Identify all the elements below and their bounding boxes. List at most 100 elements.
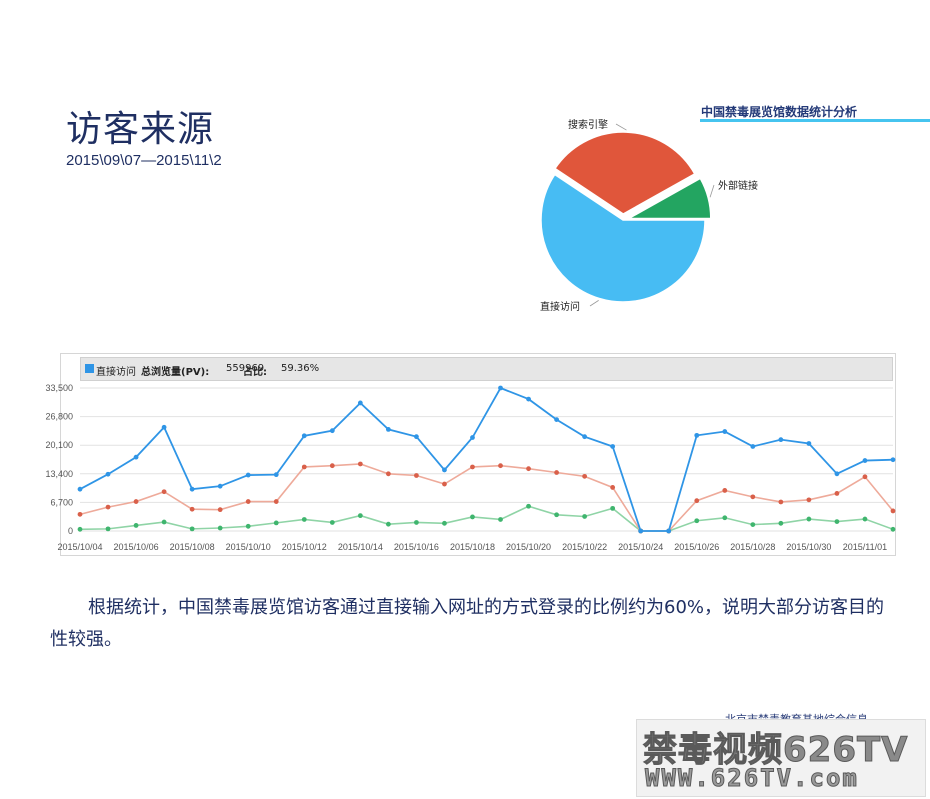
- series-point-2: [750, 522, 756, 527]
- series-point-2: [217, 525, 223, 531]
- series-point-0: [442, 467, 447, 473]
- pie-label-0: 直接访问: [540, 300, 580, 313]
- series-point-2: [554, 512, 559, 518]
- x-tick-label: 2015/10/04: [57, 542, 102, 552]
- pie-leader-0: [589, 300, 599, 307]
- series-point-0: [357, 400, 363, 406]
- pie-label-1: 搜索引擎: [568, 118, 608, 131]
- watermark-logo: 禁毒视频626TV WWW.626TV.com: [636, 719, 926, 797]
- x-tick-label: 2015/10/06: [114, 542, 159, 552]
- series-point-2: [498, 517, 503, 522]
- series-point-1: [834, 491, 840, 496]
- series-point-0: [105, 471, 111, 477]
- series-point-1: [133, 499, 139, 504]
- x-tick-label: 2015/10/28: [730, 542, 775, 552]
- series-point-1: [301, 464, 307, 470]
- series-point-2: [470, 514, 475, 520]
- series-point-0: [470, 435, 475, 440]
- series-point-0: [806, 441, 812, 446]
- series-point-0: [526, 396, 531, 402]
- series-point-0: [862, 458, 868, 463]
- chart-legend: 直接访问 总浏览量(PV): 559969 占比: 59.36%: [80, 357, 893, 381]
- series-point-0: [638, 528, 644, 534]
- series-point-1: [554, 470, 559, 475]
- x-tick-label: 2015/10/26: [674, 542, 719, 552]
- series-point-1: [778, 499, 784, 505]
- x-tick-label: 2015/10/08: [170, 542, 215, 552]
- series-point-0: [414, 434, 419, 440]
- series-point-1: [722, 488, 728, 493]
- description-paragraph: 根据统计，中国禁毒展览馆访客通过直接输入网址的方式登录的比例约为60%，说明大部…: [50, 597, 885, 650]
- series-point-2: [245, 523, 251, 529]
- series-point-2: [329, 520, 335, 525]
- series-point-2: [385, 521, 391, 527]
- y-tick-label: 26,800: [45, 412, 73, 422]
- series-point-1: [610, 485, 616, 490]
- series-point-1: [470, 464, 475, 470]
- y-tick-label: 33,500: [45, 383, 73, 393]
- series-point-0: [554, 417, 559, 422]
- series-point-1: [329, 463, 335, 469]
- series-point-0: [329, 428, 335, 434]
- series-point-1: [189, 506, 195, 512]
- series-point-2: [133, 523, 139, 528]
- series-point-1: [862, 474, 868, 480]
- series-point-0: [189, 486, 195, 492]
- series-point-0: [245, 472, 251, 478]
- series-point-1: [217, 507, 223, 513]
- series-point-2: [161, 519, 167, 525]
- series-point-1: [806, 497, 812, 503]
- series-point-0: [498, 385, 503, 391]
- series-point-1: [273, 499, 279, 504]
- series-point-2: [105, 526, 111, 532]
- series-point-0: [750, 444, 756, 449]
- series-point-1: [498, 463, 503, 469]
- series-point-0: [610, 444, 616, 449]
- pie-label-2: 外部链接: [718, 179, 758, 192]
- series-point-1: [77, 511, 83, 517]
- page-title: 访客来源: [66, 109, 215, 150]
- series-point-2: [357, 513, 363, 519]
- date-range: 2015\09\07—2015\11\2: [66, 152, 222, 169]
- legend-pv-label: 总浏览量(PV):: [141, 367, 210, 378]
- series-point-1: [245, 499, 251, 504]
- x-tick-label: 2015/10/20: [506, 542, 551, 552]
- series-point-0: [133, 454, 139, 460]
- series-point-1: [890, 508, 896, 514]
- series-point-2: [582, 514, 588, 519]
- y-tick-label: 13,400: [45, 469, 73, 479]
- series-point-2: [778, 520, 784, 526]
- series-point-2: [526, 503, 531, 509]
- series-point-0: [161, 424, 167, 430]
- series-point-1: [582, 473, 588, 479]
- x-tick-label: 2015/10/14: [338, 542, 383, 552]
- series-point-0: [666, 528, 672, 534]
- series-point-0: [217, 483, 223, 489]
- series-point-0: [694, 432, 700, 438]
- series-point-2: [862, 516, 868, 522]
- series-point-2: [890, 526, 896, 532]
- line-chart: 33,500 26,800 20,100 13,400 6,700 0 2015/10/04…: [45, 383, 896, 552]
- series-point-1: [105, 504, 111, 510]
- series-point-2: [189, 526, 195, 532]
- legend-swatch: [85, 364, 94, 373]
- series-point-0: [582, 434, 588, 440]
- series-point-0: [273, 472, 279, 478]
- series-point-2: [414, 520, 419, 525]
- series-point-1: [750, 494, 756, 500]
- x-tick-label: 2015/10/22: [562, 542, 607, 552]
- series-point-2: [722, 515, 728, 521]
- series-point-2: [694, 518, 700, 524]
- x-tick-label: 2015/10/18: [450, 542, 495, 552]
- series-point-0: [834, 471, 840, 477]
- x-tick-label: 2015/10/24: [618, 542, 663, 552]
- x-tick-label: 2015/10/12: [282, 542, 327, 552]
- y-tick-label: 20,100: [45, 440, 73, 450]
- pie-leader-2: [709, 184, 715, 198]
- series-point-2: [806, 516, 812, 522]
- series-point-2: [273, 520, 279, 526]
- series-point-0: [890, 457, 896, 463]
- series-point-1: [385, 471, 391, 477]
- y-tick-label: 6,700: [50, 497, 73, 507]
- watermark-line2: WWW.626TV.com: [645, 764, 859, 793]
